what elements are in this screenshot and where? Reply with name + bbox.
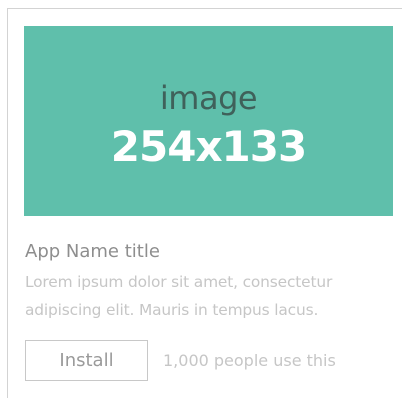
user-count-text: 1,000 people use this [163,351,336,370]
install-button[interactable]: Install [25,340,148,381]
image-placeholder-label: image [159,79,258,117]
app-image-placeholder: image 254x133 [24,26,393,216]
image-placeholder-dimensions: 254x133 [110,122,307,171]
app-description: Lorem ipsum dolor sit amet, consectetur … [25,273,333,319]
app-name-title: App Name title [25,241,160,262]
app-card: image 254x133 App Name title Lorem ipsum… [7,8,402,398]
